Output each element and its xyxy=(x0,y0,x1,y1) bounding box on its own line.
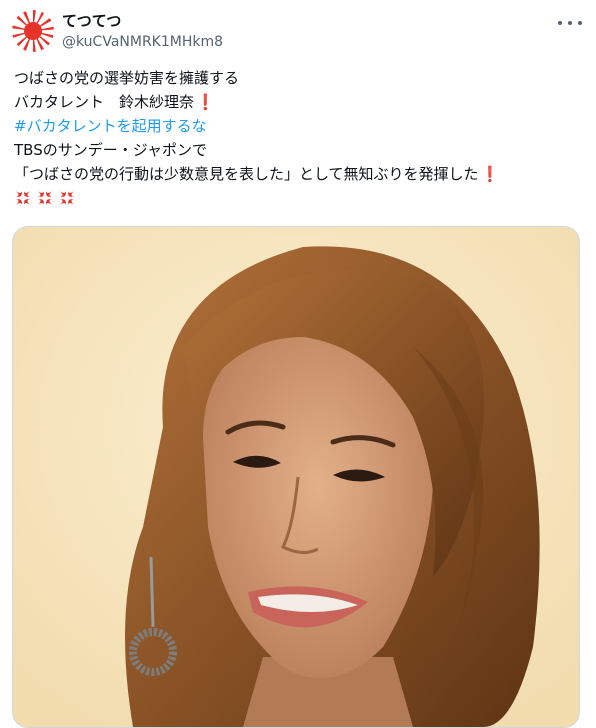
rising-sun-icon xyxy=(12,10,54,52)
exclamation-icon: ❗ xyxy=(196,93,215,111)
avatar[interactable] xyxy=(12,10,54,52)
tweet-line-2: バカタレント 鈴木紗理奈 ❗ xyxy=(14,90,584,114)
exclamation-icon: ❗ xyxy=(480,165,500,183)
anger-icon xyxy=(36,189,54,207)
portrait-photo xyxy=(13,227,579,727)
more-dot xyxy=(558,21,562,25)
more-options-icon[interactable] xyxy=(558,16,582,30)
anger-icon xyxy=(58,189,76,207)
anger-icons-row xyxy=(14,186,584,210)
anger-icon xyxy=(14,189,32,207)
tweet-line-2-text: バカタレント 鈴木紗理奈 xyxy=(14,93,195,111)
author-handle[interactable]: @kuCVaNMRK1MHkm8 xyxy=(62,34,223,50)
tweet-photo[interactable] xyxy=(12,226,580,728)
tweet-line-4: TBSのサンデー・ジャポンで xyxy=(14,141,207,159)
tweet-text: つばさの党の選挙妨害を擁護する バカタレント 鈴木紗理奈 ❗ #バカタレントを起用… xyxy=(14,66,584,210)
tweet-card[interactable]: てつてつ @kuCVaNMRK1MHkm8 つばさの党の選挙妨害を擁護する バカ… xyxy=(0,0,596,728)
author-display-name[interactable]: てつてつ xyxy=(62,10,121,31)
hashtag-link[interactable]: #バカタレントを起用するな xyxy=(14,114,584,138)
tweet-line-5: 「つばさの党の行動は少数意見を表した」として無知ぶりを発揮した ❗ xyxy=(14,162,584,186)
more-dot xyxy=(578,21,582,25)
tweet-line-5-text: 「つばさの党の行動は少数意見を表した」として無知ぶりを発揮した xyxy=(14,165,479,183)
more-dot xyxy=(568,21,572,25)
tweet-line-1: つばさの党の選挙妨害を擁護する xyxy=(14,69,240,87)
